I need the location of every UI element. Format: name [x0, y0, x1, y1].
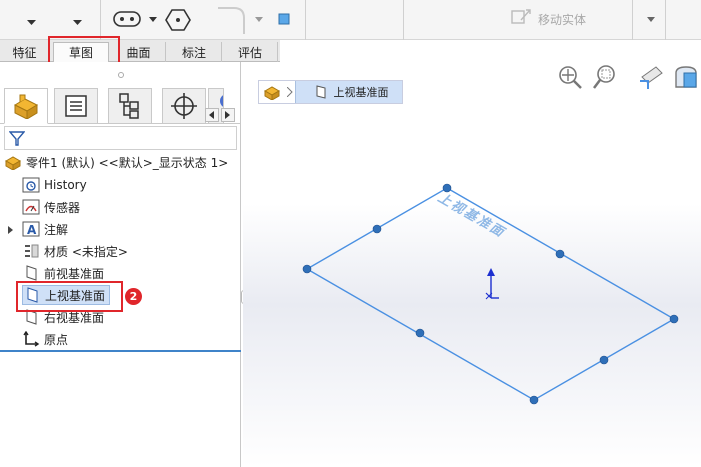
- scroll-right-icon[interactable]: [221, 108, 235, 122]
- tab-evaluate[interactable]: 评估: [223, 42, 278, 62]
- move-body-icon[interactable]: [508, 5, 534, 29]
- tree-item-history[interactable]: History: [22, 175, 87, 195]
- command-toolbar: 移动实体: [0, 0, 701, 40]
- tab-surfaces[interactable]: 曲面: [112, 42, 166, 62]
- filter-icon: [9, 131, 25, 146]
- plane-icon: [23, 286, 41, 304]
- tab-sketch[interactable]: 草图: [53, 42, 109, 62]
- tree-item-origin[interactable]: 原点: [22, 329, 68, 349]
- tree-item-label: 前视基准面: [44, 266, 105, 281]
- crosshair-icon: [171, 93, 197, 119]
- panel-splitter-handle[interactable]: [118, 72, 124, 78]
- property-list-icon: [65, 95, 87, 117]
- tree-item-label: 原点: [44, 332, 69, 347]
- rollback-bar[interactable]: [0, 350, 241, 352]
- tree-item-annotations[interactable]: A 注解: [22, 219, 68, 239]
- slot-icon[interactable]: [110, 8, 144, 30]
- tree-item-right-plane[interactable]: 右视基准面: [22, 307, 104, 327]
- move-body-button[interactable]: 移动实体: [538, 10, 586, 28]
- origin-icon: [22, 330, 40, 348]
- tab-dimxpert[interactable]: [162, 88, 206, 124]
- dropdown-arrow-icon[interactable]: [146, 14, 160, 26]
- square-icon[interactable]: [276, 11, 292, 27]
- top-plane-preview[interactable]: 上视基准面: [243, 62, 701, 467]
- step-badge-2: 2: [125, 288, 142, 305]
- tree-filter[interactable]: [4, 126, 237, 150]
- history-icon: [22, 176, 40, 194]
- material-icon: [22, 242, 40, 260]
- dropdown-arrow-icon[interactable]: [68, 16, 86, 30]
- tab-configuration-manager[interactable]: [108, 88, 152, 124]
- command-manager-tabs: 特征 草图 曲面 标注 评估: [0, 40, 280, 62]
- feature-manager-panel: 零件1 (默认) <<默认>_显示状态 1> History 传感器 A 注解 …: [0, 62, 241, 467]
- tree-item-label: History: [44, 178, 87, 192]
- tree-item-sensors[interactable]: 传感器: [22, 197, 80, 217]
- tree-root-label: 零件1 (默认) <<默认>_显示状态 1>: [26, 155, 229, 170]
- tree-item-top-plane[interactable]: 上视基准面: [22, 285, 111, 305]
- scroll-left-icon[interactable]: [205, 108, 219, 122]
- tree-item-label: 注解: [44, 222, 69, 237]
- dropdown-arrow-icon[interactable]: [644, 14, 658, 26]
- tree-item-label: 传感器: [44, 200, 81, 215]
- dropdown-arrow-icon[interactable]: [22, 16, 40, 30]
- tree-item-label: 上视基准面: [45, 288, 106, 303]
- tree-item-label: 右视基准面: [44, 310, 105, 325]
- graphics-area[interactable]: 上视基准面 上视基准面: [243, 62, 701, 467]
- svg-text:A: A: [27, 223, 37, 237]
- feature-manager-icon: [13, 94, 39, 119]
- plane-icon: [22, 308, 40, 326]
- tree-item-material[interactable]: 材质 <未指定>: [22, 241, 128, 261]
- polygon-icon[interactable]: [162, 6, 194, 34]
- tab-feature-manager[interactable]: [4, 88, 48, 124]
- part-icon: [4, 153, 22, 171]
- tab-markup[interactable]: 标注: [167, 42, 222, 62]
- tab-property-manager[interactable]: [54, 88, 98, 124]
- tree-item-label: 材质 <未指定>: [44, 244, 128, 259]
- plane-icon: [22, 264, 40, 282]
- tree-item-front-plane[interactable]: 前视基准面: [22, 263, 104, 283]
- annotation-icon: A: [22, 220, 40, 238]
- origin-triad-icon: [485, 268, 499, 300]
- configuration-tree-icon: [119, 93, 139, 119]
- sensor-icon: [22, 198, 40, 216]
- fillet-icon[interactable]: [210, 4, 250, 36]
- tree-root-part[interactable]: 零件1 (默认) <<默认>_显示状态 1>: [4, 152, 228, 172]
- dropdown-arrow-icon[interactable]: [252, 14, 266, 26]
- plane-label: 上视基准面: [435, 190, 509, 242]
- tab-features[interactable]: 特征: [0, 42, 50, 62]
- expand-arrow-icon[interactable]: [8, 223, 14, 237]
